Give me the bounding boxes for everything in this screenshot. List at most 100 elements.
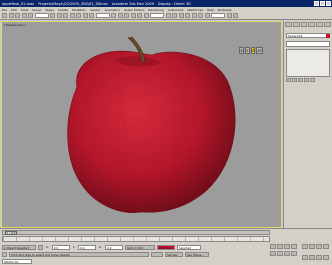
time-configuration-button[interactable] — [291, 251, 297, 256]
bind-space-warp-button[interactable] — [28, 13, 33, 18]
time-slider-thumb[interactable]: 0 / 100 — [5, 231, 17, 235]
quick-render-button[interactable] — [226, 13, 232, 18]
mirror-button[interactable] — [165, 13, 171, 18]
curve-editor-button[interactable] — [185, 13, 190, 18]
make-unique-button[interactable] — [298, 78, 303, 82]
menu-modifiers[interactable]: Modifiers — [72, 8, 86, 12]
undo-button[interactable] — [2, 13, 7, 18]
menu-tentacles[interactable]: Tentacles — [218, 8, 232, 12]
window-crossing-button[interactable] — [69, 13, 75, 18]
maximize-button[interactable] — [320, 1, 325, 6]
minimize-button[interactable] — [314, 1, 319, 6]
lock-selection-button[interactable] — [38, 244, 43, 250]
menu-graph-editors[interactable]: Graph Editors — [124, 8, 145, 12]
axis-x-button[interactable]: X — [239, 47, 244, 54]
manipulate-button[interactable] — [117, 13, 123, 18]
select-by-name-button[interactable] — [56, 13, 62, 18]
layer-manager-button[interactable] — [178, 13, 184, 18]
menu-animation[interactable]: Animation — [104, 8, 119, 12]
menu-help[interactable]: Help — [207, 8, 214, 12]
unlink-button[interactable] — [21, 13, 27, 18]
key-mode-toggle[interactable] — [277, 251, 283, 256]
add-time-tag-button[interactable] — [151, 251, 163, 257]
motion-tab[interactable] — [308, 22, 316, 27]
pin-stack-button[interactable] — [286, 78, 291, 82]
next-frame-button[interactable] — [291, 244, 297, 249]
maximize-viewport-button[interactable] — [323, 254, 329, 260]
object-name-field[interactable]: Sphere01 — [286, 33, 330, 38]
go-to-start-button[interactable] — [270, 244, 276, 249]
menu-group[interactable]: Group — [32, 8, 41, 12]
select-scale-button[interactable] — [89, 13, 94, 18]
menu-tools[interactable]: Tools — [21, 8, 28, 12]
coord-y-field[interactable]: 0.0 — [78, 244, 97, 250]
named-selection-dropdown[interactable] — [150, 13, 164, 18]
maxscript-mini-listener[interactable]: MAXScript — [2, 258, 32, 264]
configure-modifier-sets-button[interactable] — [310, 78, 315, 82]
axis-y-button[interactable]: Y — [244, 47, 250, 54]
snaps-toggle-button[interactable] — [124, 13, 129, 18]
auto-key-button[interactable]: Auto Key — [157, 244, 175, 250]
go-to-end-button[interactable] — [270, 251, 276, 256]
material-editor-button[interactable] — [198, 13, 203, 18]
zoom-button[interactable] — [302, 244, 308, 249]
menu-rendering[interactable]: Rendering — [148, 8, 163, 12]
redo-button[interactable] — [8, 13, 14, 18]
align-button[interactable] — [172, 13, 177, 18]
menu-views[interactable]: Views — [45, 8, 54, 12]
menu-reactor[interactable]: reactor — [90, 8, 101, 12]
utilities-tab[interactable] — [324, 22, 331, 27]
coord-x-field[interactable]: 0.0 — [51, 244, 70, 250]
main-toolbar — [0, 12, 332, 20]
create-tab[interactable] — [285, 22, 292, 27]
selection-filter-dropdown[interactable] — [34, 13, 49, 18]
key-selection-dropdown[interactable]: Selected — [177, 244, 201, 250]
play-button[interactable] — [284, 244, 290, 249]
orbit-button[interactable] — [316, 254, 322, 260]
hierarchy-tab[interactable] — [300, 22, 308, 27]
schematic-view-button[interactable] — [191, 13, 197, 18]
axis-xy-button[interactable]: XY — [256, 47, 263, 54]
key-filters-button[interactable]: Key Filters... — [185, 251, 209, 257]
select-rotate-button[interactable] — [82, 13, 88, 18]
percent-snap-button[interactable] — [137, 13, 142, 18]
spinner-snap-button[interactable] — [143, 13, 149, 18]
track-bar[interactable] — [2, 236, 270, 242]
menu-maxscript[interactable]: MAXScript — [187, 8, 202, 12]
zoom-extents-button[interactable] — [316, 244, 322, 249]
modify-tab[interactable] — [292, 22, 300, 27]
select-object-button[interactable] — [50, 13, 55, 18]
select-move-button[interactable] — [76, 13, 81, 18]
field-of-view-button[interactable] — [302, 254, 308, 260]
pivot-center-button[interactable] — [111, 13, 116, 18]
previous-frame-button[interactable] — [277, 244, 283, 249]
show-end-result-button[interactable] — [292, 78, 297, 82]
modifier-stack[interactable] — [286, 49, 330, 77]
render-setup-button[interactable] — [204, 13, 210, 18]
axis-z-button[interactable]: Z — [250, 47, 256, 54]
link-button[interactable] — [15, 13, 20, 18]
time-slider[interactable]: 0 / 100 — [2, 230, 270, 235]
modifier-list-dropdown[interactable] — [286, 41, 330, 47]
display-tab[interactable] — [316, 22, 324, 27]
zoom-all-button[interactable] — [309, 244, 315, 249]
set-key-button[interactable]: Set Key — [165, 251, 183, 257]
angle-snap-button[interactable] — [130, 13, 136, 18]
render-type-dropdown[interactable] — [211, 13, 225, 18]
close-button[interactable] — [326, 1, 331, 6]
menu-edit[interactable]: Edit — [11, 8, 17, 12]
remove-modifier-button[interactable] — [304, 78, 309, 82]
menu-create[interactable]: Create — [58, 8, 68, 12]
object-color-swatch[interactable] — [326, 34, 330, 38]
menu-customize[interactable]: Customize — [168, 8, 184, 12]
rectangular-selection-button[interactable] — [63, 13, 68, 18]
perspective-viewport[interactable]: [ Perspective ] X Y Z XY — [1, 21, 282, 228]
zoom-extents-all-button[interactable] — [323, 244, 329, 249]
reference-coordinate-dropdown[interactable] — [95, 13, 110, 18]
menu-file[interactable]: File — [2, 8, 7, 12]
listener-button[interactable] — [2, 251, 7, 257]
pan-view-button[interactable] — [309, 254, 315, 260]
current-frame-field[interactable] — [284, 251, 290, 256]
coord-z-field[interactable]: 0.0 — [105, 244, 123, 250]
render-button[interactable] — [233, 13, 238, 18]
